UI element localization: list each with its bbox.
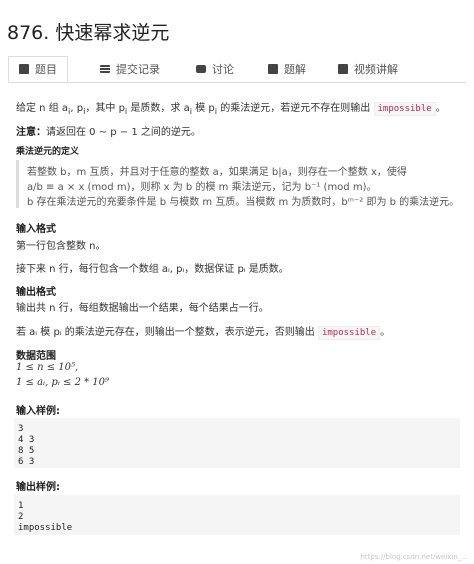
page-title: 876. 快速幂求逆元 [7, 22, 170, 44]
watermark: https://blog.csdn.net/weixin_... [360, 553, 468, 561]
tab-bar: 题目 提交记录 讨论 题解 视频讲解 [8, 56, 466, 83]
def-line: 若整数 b，m 互质，并且对于任意的整数 a，如果满足 b|a，则存在一个整数 … [27, 167, 407, 178]
intro-text: 给定 n 组 a [16, 103, 69, 114]
book-icon [268, 64, 278, 74]
intro-text: 模 p [192, 103, 215, 114]
range-line: 1 ≤ aᵢ, pᵢ ≤ 2 * 10⁹ [16, 377, 110, 388]
intro-text: 。 [435, 103, 446, 114]
sample-line: 3 [18, 424, 24, 434]
sample-line: 6 3 [18, 457, 35, 467]
input-line: 接下来 n 行，每行包含一个数组 aᵢ, pᵢ，数据保证 pᵢ 是质数。 [16, 264, 289, 275]
video-icon [338, 64, 348, 74]
intro-text: , p [70, 103, 84, 114]
output-text: 。 [380, 327, 391, 338]
sample-input-title: 输入样例: [16, 406, 60, 417]
tab-discussion[interactable]: 讨论 [196, 56, 234, 82]
def-title: 乘法逆元的定义 [16, 147, 80, 157]
chat-icon [196, 65, 206, 73]
tab-problem[interactable]: 题目 [8, 56, 68, 82]
sample-output-title: 输出样例: [16, 482, 60, 493]
tab-label: 视频讲解 [354, 63, 398, 76]
tab-label: 提交记录 [116, 63, 160, 76]
note-text: 请返回在 0 ∼ p − 1 之间的逆元。 [46, 127, 201, 138]
output-line: 若 aᵢ 模 pᵢ 的乘法逆元存在，则输出一个整数，表示逆元，否则输出 impo… [16, 323, 390, 340]
tab-label: 题目 [35, 63, 57, 76]
list-icon [100, 65, 110, 73]
definition-quote: 若整数 b，m 互质，并且对于任意的整数 a，如果满足 b|a，则存在一个整数 … [16, 160, 459, 208]
impossible-code: impossible [317, 326, 381, 340]
output-title: 输出格式 [16, 287, 56, 298]
sample-line: 8 5 [18, 446, 35, 456]
sample-line: 2 [18, 512, 24, 522]
range-line: 1 ≤ n ≤ 10⁵, [16, 362, 79, 373]
output-line: 输出共 n 行，每组数据输出一个结果，每个结果占一行。 [16, 303, 269, 314]
tab-label: 题解 [284, 63, 306, 76]
note-label: 注意： [16, 127, 46, 138]
sample-line: impossible [18, 523, 73, 533]
sample-output-block: 1 2 impossible [14, 495, 460, 535]
sample-line: 4 3 [18, 435, 35, 445]
tab-video[interactable]: 视频讲解 [338, 56, 398, 82]
tab-label: 讨论 [212, 63, 234, 76]
output-text: 若 aᵢ 模 pᵢ 的乘法逆元存在，则输出一个整数，表示逆元，否则输出 [16, 327, 315, 338]
note: 注意：请返回在 0 ∼ p − 1 之间的逆元。 [16, 123, 201, 138]
problem-intro: 给定 n 组 ai, pi，其中 pi 是质数，求 ai 模 pi 的乘法逆元，… [16, 99, 446, 116]
doc-icon [19, 64, 29, 74]
tab-submissions[interactable]: 提交记录 [100, 56, 160, 82]
input-line: 第一行包含整数 n。 [16, 241, 106, 252]
intro-text: 的乘法逆元，若逆元不存在则输出 [217, 103, 371, 114]
intro-text: 是质数，求 a [127, 103, 190, 114]
intro-text: ，其中 p [85, 103, 125, 114]
def-line: b 存在乘法逆元的充要条件是 b 与模数 m 互质。当模数 m 为质数时，bᵐ⁻… [27, 197, 460, 208]
sample-input-block: 3 4 3 8 5 6 3 [14, 418, 460, 468]
input-title: 输入格式 [16, 224, 56, 235]
sample-line: 1 [18, 501, 24, 511]
def-line: a/b ≡ a × x (mod m)，则称 x 为 b 的模 m 乘法逆元，记… [27, 182, 377, 193]
tab-solutions[interactable]: 题解 [268, 56, 306, 82]
impossible-code: impossible [373, 102, 436, 116]
range-title: 数据范围 [16, 351, 56, 362]
